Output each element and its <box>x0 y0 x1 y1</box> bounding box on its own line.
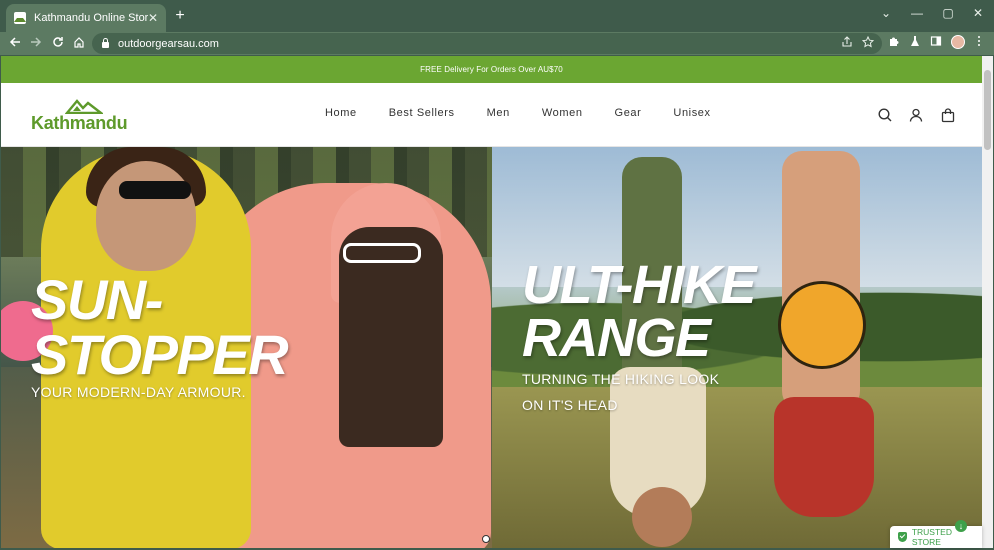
hero-right-headline: ULT-HIKE RANGE <box>522 255 756 368</box>
mountain-logo-icon <box>65 99 103 114</box>
maximize-window-button[interactable]: ▢ <box>938 6 958 20</box>
kathmandu-logo[interactable]: Kathmandu <box>31 98 143 138</box>
profile-avatar[interactable] <box>951 35 965 49</box>
hiker-face-left <box>632 487 692 547</box>
nav-men[interactable]: Men <box>487 107 510 119</box>
browser-tab-strip: Kathmandu Online Store ✕ + ⌄ — ▢ ✕ <box>0 0 994 32</box>
nav-unisex[interactable]: Unisex <box>673 107 710 119</box>
site-header: Kathmandu Home Best Sellers Men Women Ge… <box>1 83 982 147</box>
browser-tab[interactable]: Kathmandu Online Store ✕ <box>6 4 166 32</box>
promo-banner: FREE Delivery For Orders Over AU$70 <box>1 56 982 83</box>
carousel-dot[interactable] <box>482 535 490 543</box>
nav-gear[interactable]: Gear <box>615 107 642 119</box>
reload-icon[interactable] <box>49 35 67 53</box>
logo-wordmark: Kathmandu <box>31 113 128 133</box>
hero-right-subtitle-line2: ON IT'S HEAD <box>522 397 618 413</box>
hero-right-headline-line1: ULT-HIKE <box>522 255 756 315</box>
url-text[interactable]: outdoorgearsau.com <box>118 38 219 50</box>
shopping-bag-icon[interactable] <box>940 107 956 123</box>
lock-icon[interactable] <box>102 38 109 48</box>
hero-right-subtitle-line1: TURNING THE HIKING LOOK <box>522 371 720 387</box>
bookmark-star-icon[interactable] <box>861 35 875 51</box>
model-face <box>96 161 196 271</box>
hero-left-headline-line1: SUN- <box>31 268 163 331</box>
nav-best-sellers[interactable]: Best Sellers <box>389 107 455 119</box>
scrollbar-thumb[interactable] <box>984 70 991 150</box>
white-sunglasses <box>343 243 421 263</box>
lab-flask-icon[interactable] <box>907 35 923 50</box>
nav-home[interactable]: Home <box>325 107 357 119</box>
close-tab-icon[interactable]: ✕ <box>148 11 158 25</box>
home-icon[interactable] <box>70 35 88 53</box>
search-icon[interactable] <box>877 107 893 123</box>
hero-left-subtitle: YOUR MODERN-DAY ARMOUR. <box>31 384 246 400</box>
close-window-button[interactable]: ✕ <box>968 6 988 20</box>
download-badge-icon: ↓ <box>955 520 967 532</box>
address-bar[interactable]: outdoorgearsau.com <box>92 33 882 54</box>
shield-check-icon <box>898 532 907 542</box>
browser-toolbar: outdoorgearsau.com <box>0 32 994 55</box>
browser-menu-kebab-icon[interactable] <box>971 35 987 50</box>
minimize-window-button[interactable]: — <box>907 6 927 20</box>
new-tab-button[interactable]: + <box>172 8 188 24</box>
page-scrollbar[interactable] <box>982 56 993 548</box>
tab-search-dropdown-icon[interactable]: ⌄ <box>876 6 896 20</box>
hero-right-headline-line2: RANGE <box>522 307 711 368</box>
forward-arrow-icon[interactable] <box>27 35 45 53</box>
back-arrow-icon[interactable] <box>6 35 24 53</box>
yellow-smiley-patch <box>778 281 866 369</box>
trusted-store-label: TRUSTED STORE <box>911 527 952 547</box>
extensions-puzzle-icon[interactable] <box>886 35 902 50</box>
hero-left-headline-line2: STOPPER <box>31 322 289 386</box>
main-nav: Home Best Sellers Men Women Gear Unisex <box>325 107 743 119</box>
hero-banner-ult-hike[interactable]: ULT-HIKE RANGE TURNING THE HIKING LOOK O… <box>492 147 982 548</box>
hero-left-headline: SUN- STOPPER <box>31 268 289 386</box>
hiker-shirt-right <box>774 397 874 517</box>
black-sunglasses <box>119 181 191 199</box>
hero-banner-sun-stopper[interactable]: SUN- STOPPER YOUR MODERN-DAY ARMOUR. <box>1 147 492 548</box>
share-icon[interactable] <box>841 36 853 51</box>
tab-title: Kathmandu Online Store <box>34 12 148 24</box>
account-icon[interactable] <box>908 107 924 123</box>
page-viewport: FREE Delivery For Orders Over AU$70 Kath… <box>1 56 982 548</box>
trusted-store-badge[interactable]: TRUSTED STORE <box>890 526 982 548</box>
side-panel-icon[interactable] <box>928 35 944 50</box>
store-favicon-icon <box>14 12 26 24</box>
promo-text: FREE Delivery For Orders Over AU$70 <box>420 65 563 74</box>
nav-women[interactable]: Women <box>542 107 583 119</box>
